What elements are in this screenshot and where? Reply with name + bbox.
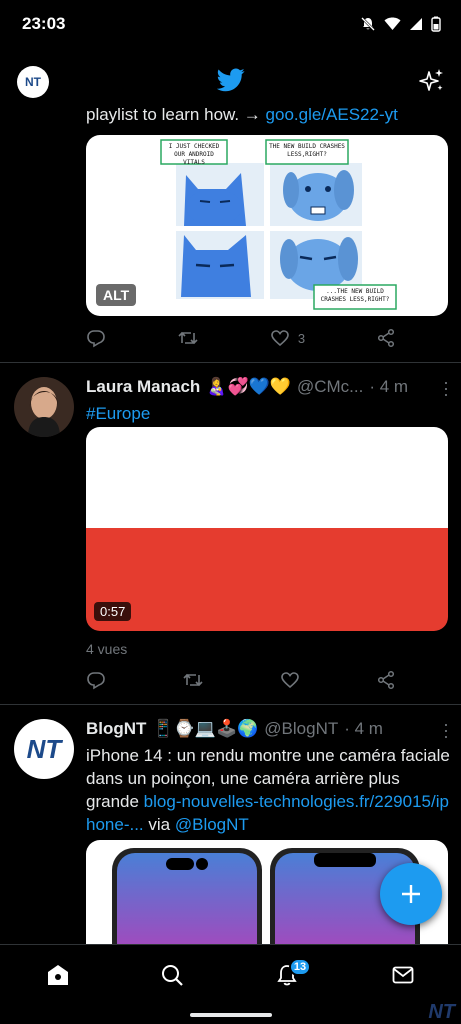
alt-badge[interactable]: ALT bbox=[96, 284, 137, 306]
status-time: 23:03 bbox=[22, 14, 66, 33]
reply-icon bbox=[87, 672, 105, 690]
retweet-icon bbox=[183, 673, 203, 687]
tweet-text-prefix: playlist to learn how. → bbox=[86, 108, 266, 124]
timeline-feed[interactable]: playlist to learn how. → goo.gle/AES22-y… bbox=[0, 108, 461, 944]
more-icon[interactable]: · · · bbox=[443, 373, 449, 403]
retweet-button[interactable] bbox=[177, 328, 199, 348]
share-icon bbox=[377, 328, 395, 348]
tweet-text: #Europe bbox=[86, 402, 451, 425]
like-button[interactable]: 3 bbox=[270, 328, 305, 348]
twitter-bird-icon[interactable] bbox=[217, 68, 245, 92]
tweet-actions: 3 bbox=[86, 326, 396, 350]
meme-caption-1: I JUST CHECKED OUR ANDROID VITALS bbox=[168, 143, 220, 166]
battery-icon bbox=[431, 16, 441, 32]
tweet-header: BlogNT 📱⌚💻🕹️🌍 @BlogNT · 4 m bbox=[86, 719, 383, 739]
notification-badge: 13 bbox=[289, 958, 311, 976]
author-name[interactable]: BlogNT bbox=[86, 719, 146, 739]
author-handle[interactable]: @CMc... bbox=[297, 377, 363, 397]
like-icon bbox=[271, 330, 289, 347]
via-text: via bbox=[143, 815, 175, 834]
flag-red-band bbox=[86, 528, 448, 631]
home-indicator[interactable] bbox=[190, 1013, 272, 1017]
blognt-avatar-text: NT bbox=[26, 733, 62, 764]
search-icon[interactable] bbox=[160, 963, 184, 987]
top-bar: NT bbox=[0, 48, 461, 114]
author-name[interactable]: Laura Manach bbox=[86, 377, 200, 397]
account-avatar-text: NT bbox=[25, 75, 41, 89]
tweet-time: · 4 m bbox=[344, 719, 383, 738]
meme-image[interactable]: I JUST CHECKED OUR ANDROID VITALS THE NE… bbox=[86, 135, 448, 316]
home-icon[interactable] bbox=[46, 963, 70, 987]
sparkle-icon[interactable] bbox=[419, 68, 445, 94]
wifi-icon bbox=[384, 17, 401, 30]
share-icon bbox=[377, 670, 395, 690]
tweet-text: iPhone 14 : un rendu montre une caméra f… bbox=[86, 744, 451, 836]
video-player[interactable]: 0:57 bbox=[86, 427, 448, 631]
video-duration: 0:57 bbox=[94, 602, 132, 621]
flag-white-band bbox=[86, 427, 448, 528]
status-icons bbox=[360, 16, 441, 32]
view-count: 4 vues bbox=[86, 641, 128, 657]
tweet-link[interactable]: goo.gle/AES22-yt bbox=[266, 108, 398, 124]
tweet-google-dev[interactable]: playlist to learn how. → goo.gle/AES22-y… bbox=[0, 108, 461, 363]
tweet-text: playlist to learn how. → goo.gle/AES22-y… bbox=[86, 108, 398, 125]
laura-avatar[interactable] bbox=[14, 377, 74, 437]
share-button[interactable] bbox=[376, 670, 396, 690]
like-button[interactable] bbox=[280, 670, 300, 690]
meme-caption-2: THE NEW BUILD CRASHES LESS,RIGHT? bbox=[269, 143, 345, 158]
retweet-button[interactable] bbox=[182, 670, 204, 690]
blognt-avatar[interactable]: NT bbox=[14, 719, 74, 779]
status-bar: 23:03 bbox=[0, 0, 461, 48]
reply-button[interactable] bbox=[86, 670, 106, 690]
like-icon bbox=[281, 672, 299, 689]
like-count: 3 bbox=[297, 330, 306, 346]
author-emojis: 📱⌚💻🕹️🌍 bbox=[152, 719, 259, 738]
tweet-time: · 4 m bbox=[369, 377, 409, 396]
share-button[interactable] bbox=[376, 328, 396, 348]
compose-button[interactable] bbox=[380, 863, 442, 925]
compose-icon bbox=[402, 885, 420, 903]
retweet-icon bbox=[178, 331, 198, 345]
hashtag-link[interactable]: #Europe bbox=[86, 404, 150, 423]
bottom-nav: 13 bbox=[0, 944, 461, 1024]
reply-icon bbox=[87, 330, 105, 348]
account-avatar[interactable]: NT bbox=[17, 66, 49, 98]
mute-bell-icon bbox=[361, 17, 375, 31]
signal-icon bbox=[410, 18, 422, 30]
more-icon[interactable]: · · · bbox=[443, 715, 449, 745]
author-handle[interactable]: @BlogNT bbox=[264, 719, 338, 739]
tweet-header: Laura Manach 👩‍🍼💞💙💛 @CMc... · 4 m bbox=[86, 377, 408, 397]
author-emojis: 👩‍🍼💞💙💛 bbox=[206, 377, 291, 396]
mention-link[interactable]: @BlogNT bbox=[175, 815, 249, 834]
mail-icon[interactable] bbox=[391, 963, 415, 987]
reply-button[interactable] bbox=[86, 328, 106, 348]
tweet-actions bbox=[86, 668, 396, 692]
meme-caption-3: ...THE NEW BUILD CRASHES LESS,RIGHT? bbox=[320, 288, 390, 303]
tweet-laura[interactable]: Laura Manach 👩‍🍼💞💙💛 @CMc... · 4 m · · · #E… bbox=[0, 363, 461, 705]
watermark-logo: NT bbox=[428, 1001, 455, 1023]
